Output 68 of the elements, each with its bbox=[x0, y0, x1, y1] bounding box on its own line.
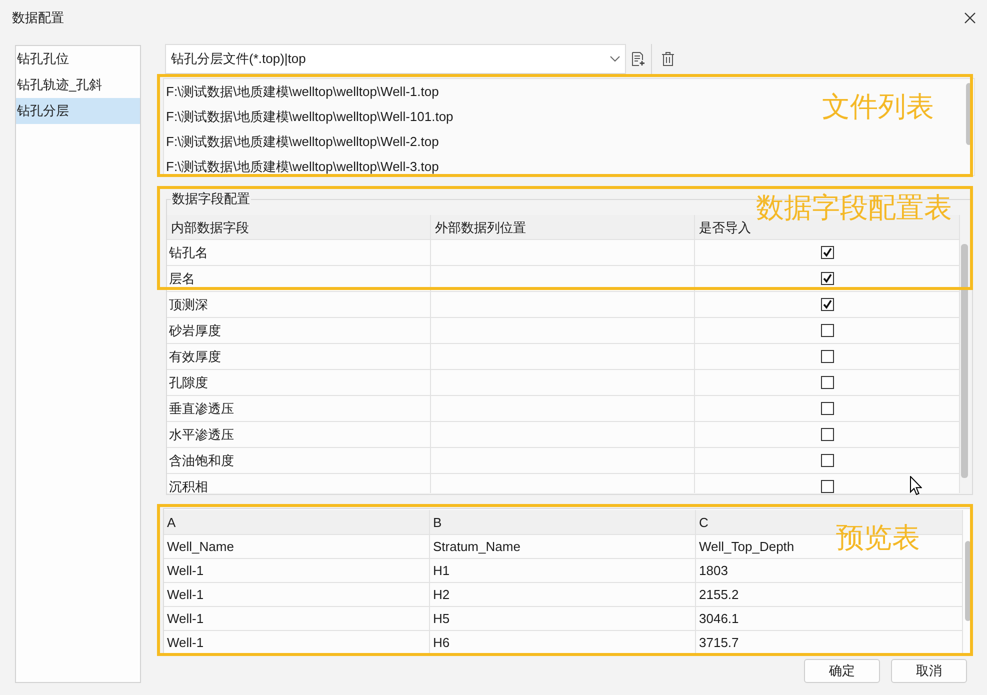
column-position-field[interactable] bbox=[431, 448, 695, 474]
trash-icon bbox=[662, 52, 674, 66]
close-button[interactable] bbox=[962, 10, 978, 26]
table-cell: Well_Name bbox=[164, 535, 430, 559]
table-cell: 1803 bbox=[696, 559, 963, 583]
table-cell: Well-1 bbox=[164, 559, 430, 583]
column-position-field[interactable] bbox=[431, 240, 695, 266]
column-header: 内部数据字段 bbox=[167, 215, 431, 240]
checkbox[interactable] bbox=[820, 428, 834, 441]
table-cell: 垂直渗透压 bbox=[167, 396, 431, 422]
column-position-field[interactable] bbox=[431, 292, 695, 318]
table-cell: 3715.7 bbox=[696, 631, 963, 654]
column-position-field[interactable] bbox=[431, 422, 695, 448]
checkbox[interactable] bbox=[820, 272, 834, 285]
table-cell: Well-1 bbox=[164, 607, 430, 631]
table-cell: 层名 bbox=[167, 266, 431, 292]
table-cell: 砂岩厚度 bbox=[167, 318, 431, 344]
ok-button[interactable]: 确定 bbox=[804, 659, 880, 683]
column-header: A bbox=[164, 510, 430, 535]
table-cell: 沉积相 bbox=[167, 474, 431, 493]
checkbox[interactable] bbox=[820, 402, 834, 415]
checkbox[interactable] bbox=[820, 298, 834, 311]
window-title: 数据配置 bbox=[12, 9, 64, 27]
table-cell: H5 bbox=[430, 607, 696, 631]
column-position-field[interactable] bbox=[431, 344, 695, 370]
checkbox[interactable] bbox=[820, 246, 834, 259]
table-cell: 含油饱和度 bbox=[167, 448, 431, 474]
table-cell: 钻孔名 bbox=[167, 240, 431, 266]
sidebar-item[interactable]: 钻孔孔位 bbox=[16, 46, 140, 72]
checkbox[interactable] bbox=[820, 324, 834, 337]
checkbox[interactable] bbox=[820, 350, 834, 363]
sidebar-item[interactable]: 钻孔轨迹_孔斜 bbox=[16, 72, 140, 98]
column-position-field[interactable] bbox=[431, 370, 695, 396]
checkbox[interactable] bbox=[820, 376, 834, 389]
table-cell: H2 bbox=[430, 583, 696, 607]
table-cell: 水平渗透压 bbox=[167, 422, 431, 448]
table-cell: 2155.2 bbox=[696, 583, 963, 607]
file-list-item[interactable]: F:\测试数据\地质建模\welltop\welltop\Well-3.top bbox=[164, 154, 439, 175]
annotation-label: 文件列表 bbox=[822, 90, 934, 124]
chevron-down-icon bbox=[610, 56, 620, 62]
table-cell: Stratum_Name bbox=[430, 535, 696, 559]
sidebar-item[interactable]: 钻孔分层 bbox=[16, 98, 140, 124]
column-position-field[interactable] bbox=[431, 396, 695, 422]
scrollbar-thumb[interactable] bbox=[961, 244, 968, 478]
cancel-button[interactable]: 取消 bbox=[891, 659, 967, 683]
table-cell: Well-1 bbox=[164, 583, 430, 607]
checkbox[interactable] bbox=[820, 454, 834, 467]
table-cell: H6 bbox=[430, 631, 696, 654]
column-position-field[interactable] bbox=[431, 318, 695, 344]
table-cell: H1 bbox=[430, 559, 696, 583]
file-list-item[interactable]: F:\测试数据\地质建模\welltop\welltop\Well-1.top bbox=[164, 79, 439, 104]
table-cell: Well-1 bbox=[164, 631, 430, 654]
group-title: 数据字段配置 bbox=[171, 190, 251, 208]
table-cell: 有效厚度 bbox=[167, 344, 431, 370]
table-cell: 孔隙度 bbox=[167, 370, 431, 396]
table-cell: 顶测深 bbox=[167, 292, 431, 318]
file-type-dropdown[interactable]: 钻孔分层文件(*.top)|top bbox=[165, 44, 626, 74]
column-position-field[interactable] bbox=[431, 266, 695, 292]
add-file-button[interactable] bbox=[630, 50, 647, 68]
column-header: 外部数据列位置 bbox=[431, 215, 695, 240]
checkbox[interactable] bbox=[820, 480, 834, 493]
close-icon bbox=[964, 12, 976, 24]
file-list-item[interactable]: F:\测试数据\地质建模\welltop\welltop\Well-101.top bbox=[164, 104, 454, 129]
table-cell: 3046.1 bbox=[696, 607, 963, 631]
file-list-item[interactable]: F:\测试数据\地质建模\welltop\welltop\Well-2.top bbox=[164, 129, 439, 154]
column-header: B bbox=[430, 510, 696, 535]
delete-button[interactable] bbox=[660, 50, 676, 68]
document-plus-icon bbox=[632, 52, 645, 66]
